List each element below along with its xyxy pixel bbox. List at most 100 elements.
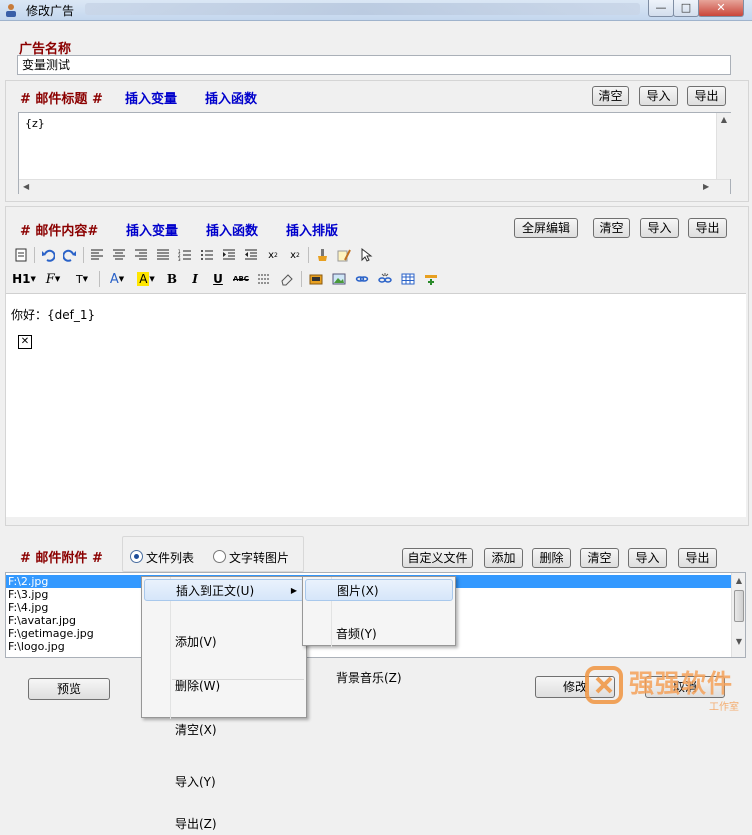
maximize-button[interactable]: □	[673, 0, 699, 17]
watermark-mark-icon	[585, 666, 623, 704]
font-size-dropdown-icon[interactable]: T ▼	[70, 270, 94, 288]
ad-name-input[interactable]: 变量测试	[17, 55, 731, 75]
mode-text-image-label: 文字转图片	[229, 551, 290, 565]
menu-import[interactable]: 导入(Y)	[142, 771, 306, 793]
menu-insert-body[interactable]: 插入到正文(U) ▶	[144, 579, 304, 601]
close-button[interactable]: ✕	[698, 0, 744, 17]
clear-format-icon[interactable]	[335, 246, 353, 264]
watermark-text: 强强软件	[629, 669, 734, 698]
unordered-list-icon[interactable]	[198, 246, 216, 264]
content-insert-layout-link[interactable]: 插入排版	[286, 220, 338, 239]
menu-delete-label: 删除(W)	[175, 679, 221, 693]
menu-export[interactable]: 导出(Z)	[142, 813, 306, 835]
eraser-icon[interactable]	[278, 270, 296, 288]
context-menu: 插入到正文(U) ▶ 添加(V) 删除(W) 清空(X) 导入(Y) 导出(Z)	[141, 576, 307, 831]
file-list-item[interactable]: F:\avatar.jpg	[8, 614, 76, 627]
font-family-dropdown-icon[interactable]: F ▼	[41, 270, 65, 288]
submenu-audio[interactable]: 音频(Y)	[303, 623, 455, 645]
content-import-button[interactable]: 导入	[640, 218, 679, 238]
source-icon[interactable]	[12, 246, 30, 264]
subscript-icon[interactable]: x2	[264, 246, 282, 264]
subject-textarea[interactable]: {z} ▲ ◀ ▶	[18, 112, 731, 194]
menu-add[interactable]: 添加(V)	[142, 631, 306, 653]
align-justify-icon[interactable]	[154, 246, 172, 264]
mode-list-radio[interactable]	[130, 550, 143, 563]
submenu-bgm-label: 背景音乐(Z)	[336, 671, 402, 685]
insert-image-icon[interactable]	[330, 270, 348, 288]
content-clear-button[interactable]: 清空	[593, 218, 630, 238]
editor-body-text: 你好：{def_1}	[11, 308, 96, 322]
ordered-list-icon[interactable]: 123	[176, 246, 194, 264]
mode-list-label: 文件列表	[146, 551, 195, 565]
indent-icon[interactable]	[220, 246, 238, 264]
custom-file-button[interactable]: 自定义文件	[402, 548, 473, 568]
align-left-icon[interactable]	[88, 246, 106, 264]
file-list-item[interactable]: F:\logo.jpg	[8, 640, 65, 653]
superscript-icon[interactable]: x2	[286, 246, 304, 264]
menu-clear[interactable]: 清空(X)	[142, 719, 306, 741]
attachment-export-button[interactable]: 导出	[678, 548, 717, 568]
attachment-clear-button[interactable]: 清空	[580, 548, 619, 568]
italic-icon[interactable]: I	[186, 270, 204, 288]
mode-text-image-radio[interactable]	[213, 550, 226, 563]
submenu-arrow-icon: ▶	[290, 586, 297, 595]
file-list-item[interactable]: F:\3.jpg	[8, 588, 48, 601]
file-list-item[interactable]: F:\getimage.jpg	[8, 627, 94, 640]
menu-add-label: 添加(V)	[175, 635, 217, 649]
app-user-icon	[6, 4, 16, 17]
preview-button[interactable]: 预览	[28, 678, 110, 700]
subject-clear-button[interactable]: 清空	[592, 86, 629, 106]
highlight-color-dropdown-icon[interactable]: A ▼	[134, 270, 158, 288]
content-editor[interactable]: 你好：{def_1} ✕	[6, 293, 746, 517]
subject-hscrollbar[interactable]: ◀ ▶	[19, 179, 730, 194]
content-export-button[interactable]: 导出	[688, 218, 727, 238]
file-list-scrollbar[interactable]: ▲ ▼	[731, 573, 745, 657]
subject-insert-func-link[interactable]: 插入函数	[205, 88, 257, 107]
fullscreen-edit-button[interactable]: 全屏编辑	[514, 218, 578, 238]
attachment-delete-button[interactable]: 删除	[532, 548, 571, 568]
strikethrough-label: ABC	[233, 275, 249, 283]
attachments-label: # 邮件附件 #	[20, 551, 103, 566]
title-blurred-info	[85, 3, 640, 15]
subject-import-button[interactable]: 导入	[639, 86, 678, 106]
content-label: # 邮件内容#	[20, 224, 99, 239]
editor-toolbar-row2: H1 ▼ F ▼ T ▼ A ▼ A ▼ B I U ABC	[12, 270, 440, 288]
redo-icon[interactable]	[61, 246, 79, 264]
align-center-icon[interactable]	[110, 246, 128, 264]
heading-dropdown-icon[interactable]: H1 ▼	[12, 270, 36, 288]
submenu-bgm[interactable]: 背景音乐(Z)	[303, 667, 455, 689]
select-cursor-icon[interactable]	[357, 246, 375, 264]
format-brush-icon[interactable]	[313, 246, 331, 264]
minimize-button[interactable]: —	[648, 0, 674, 17]
subject-insert-var-link[interactable]: 插入变量	[125, 88, 177, 107]
attachment-import-button[interactable]: 导入	[628, 548, 667, 568]
insert-row-icon[interactable]	[422, 270, 440, 288]
insert-link-icon[interactable]	[353, 270, 371, 288]
font-color-dropdown-icon[interactable]: A ▼	[105, 270, 129, 288]
content-insert-func-link[interactable]: 插入函数	[206, 220, 258, 239]
menu-clear-label: 清空(X)	[175, 723, 217, 737]
bold-icon[interactable]: B	[163, 270, 181, 288]
subject-vscrollbar[interactable]: ▲	[716, 113, 731, 179]
content-insert-var-link[interactable]: 插入变量	[126, 220, 178, 239]
file-list-item[interactable]: F:\4.jpg	[8, 601, 48, 614]
insert-table-icon[interactable]	[399, 270, 417, 288]
broken-image-icon[interactable]: ✕	[18, 335, 32, 349]
toolbar-separator	[34, 247, 35, 263]
font-family-label: F	[45, 271, 55, 287]
unlink-icon[interactable]	[376, 270, 394, 288]
submenu-image[interactable]: 图片(X)	[305, 579, 453, 601]
subject-export-button[interactable]: 导出	[687, 86, 726, 106]
submenu-image-label: 图片(X)	[337, 584, 379, 598]
outdent-icon[interactable]	[242, 246, 260, 264]
submenu-audio-label: 音频(Y)	[336, 627, 377, 641]
toolbar-separator	[83, 247, 84, 263]
undo-icon[interactable]	[39, 246, 57, 264]
insert-flash-icon[interactable]	[307, 270, 325, 288]
horizontal-rule-icon[interactable]	[255, 270, 273, 288]
align-right-icon[interactable]	[132, 246, 150, 264]
menu-separator	[172, 679, 304, 680]
underline-icon[interactable]: U	[209, 270, 227, 288]
attachment-add-button[interactable]: 添加	[484, 548, 523, 568]
strikethrough-icon[interactable]: ABC	[232, 270, 250, 288]
